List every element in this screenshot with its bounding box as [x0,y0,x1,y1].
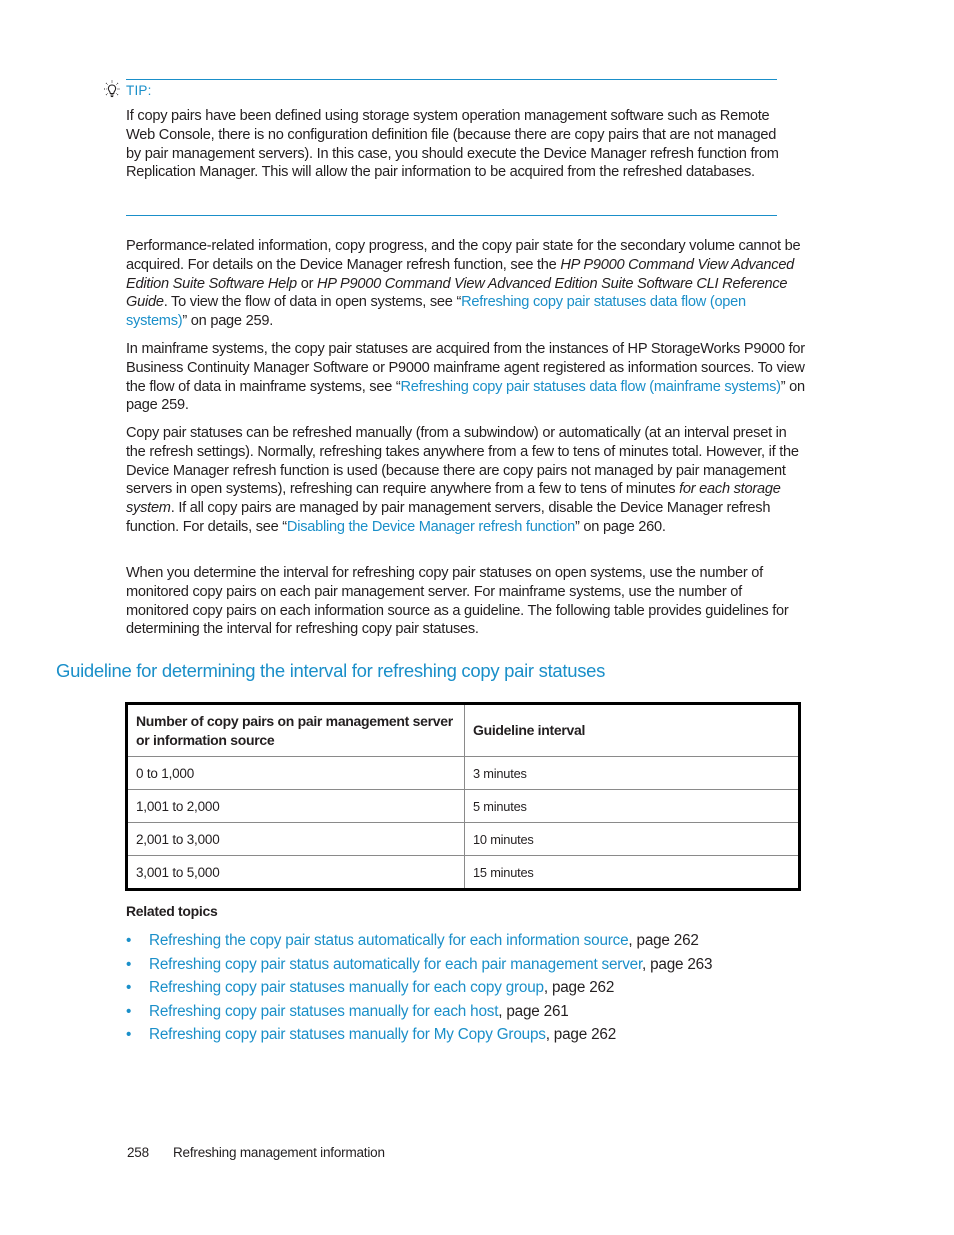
list-item: • Refreshing copy pair statuses manually … [126,976,712,1000]
paragraph-text: . To view the flow of data in open syste… [163,294,462,311]
table-row: 3,001 to 5,000 15 minutes [126,855,800,890]
list-item: • Refreshing copy pair statuses manually … [126,1023,712,1047]
page-reference: , page 262 [543,979,615,996]
lightbulb-icon [104,80,120,98]
tip-top-rule [126,79,777,80]
section-title: Guideline for determining the interval f… [56,660,606,681]
list-item: • Refreshing copy pair statuses manually … [126,1000,712,1024]
page-reference: , page 262 [628,932,699,949]
table-header-cell: Guideline interval [464,703,800,757]
table-cell: 1,001 to 2,000 [126,789,465,823]
table-cell: 3 minutes [464,756,800,790]
page-footer: 258 Refreshing management information [127,1145,385,1160]
bullet-icon: • [126,1026,132,1043]
related-link[interactable]: Refreshing copy pair statuses manually f… [149,1026,546,1043]
link-disabling-device-manager-refresh[interactable]: Disabling the Device Manager refresh fun… [287,519,575,535]
related-link[interactable]: Refreshing copy pair statuses manually f… [149,979,544,996]
table-row: 0 to 1,000 3 minutes [126,756,800,790]
list-item: • Refreshing copy pair status automatical… [126,953,713,977]
table-cell: 3,001 to 5,000 [126,855,465,890]
page-number: 258 [127,1145,149,1160]
paragraph-text: ” on page 260. [575,518,666,535]
related-topics-list: • Refreshing the copy pair status automat… [126,929,713,1047]
page-reference: , page 261 [498,1002,569,1020]
related-link[interactable]: Refreshing copy pair statuses manually f… [149,1003,498,1020]
related-topics-heading: Related topics [126,903,218,919]
table-header-row: Number of copy pairs on pair management … [126,703,800,757]
table-cell: 2,001 to 3,000 [126,822,465,856]
table-row: 1,001 to 2,000 5 minutes [126,789,800,823]
bullet-icon: • [126,979,132,996]
page-reference: , page 262 [545,1026,617,1043]
related-link[interactable]: Refreshing copy pair status automaticall… [149,956,642,973]
paragraph-text: ” on page 259. [182,313,274,330]
paragraph-refresh-timing: Copy pair statuses can be refreshed manu… [126,424,806,537]
paragraph-text: or [296,275,317,292]
paragraph-performance: Performance-related information, copy pr… [126,237,806,331]
table-cell: 5 minutes [464,789,800,823]
tip-label: TIP: [126,83,152,98]
guideline-table: Number of copy pairs on pair management … [125,702,801,891]
link-data-flow-mainframe[interactable]: Refreshing copy pair statuses data flow … [401,379,782,395]
tip-bottom-rule [126,215,777,216]
bullet-icon: • [126,932,132,949]
chapter-title: Refreshing management information [173,1145,385,1160]
bullet-icon: • [126,955,132,973]
table-cell: 0 to 1,000 [126,756,465,790]
table-cell: 10 minutes [464,822,800,856]
table-row: 2,001 to 3,000 10 minutes [126,822,800,856]
page-reference: , page 263 [642,955,713,973]
bullet-icon: • [126,1002,132,1020]
paragraph-mainframe: In mainframe systems, the copy pair stat… [126,340,806,415]
tip-body: If copy pairs have been defined using st… [126,108,779,181]
table-cell: 15 minutes [464,855,800,890]
related-link[interactable]: Refreshing the copy pair status automati… [149,932,629,949]
table-header-cell: Number of copy pairs on pair management … [126,703,465,757]
list-item: • Refreshing the copy pair status automat… [126,929,712,953]
paragraph-interval: When you determine the interval for refr… [126,565,789,638]
